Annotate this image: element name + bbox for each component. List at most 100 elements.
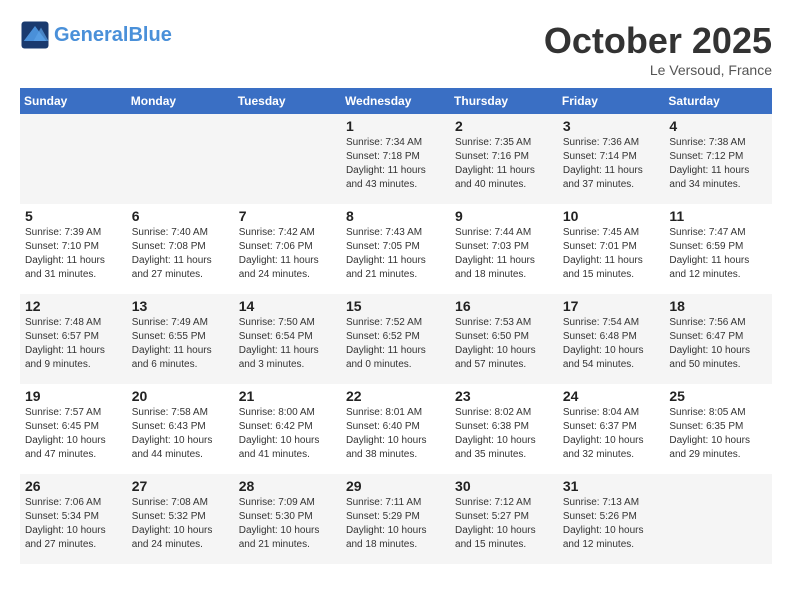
- calendar-cell: 20 Sunrise: 7:58 AM Sunset: 6:43 PM Dayli…: [127, 384, 234, 474]
- calendar-cell: [20, 114, 127, 204]
- day-number: 14: [239, 298, 336, 314]
- day-number: 31: [563, 478, 660, 494]
- day-number: 5: [25, 208, 122, 224]
- logo: GeneralBlue: [20, 20, 172, 50]
- calendar-cell: 1 Sunrise: 7:34 AM Sunset: 7:18 PM Daylig…: [341, 114, 450, 204]
- day-number: 6: [132, 208, 229, 224]
- day-number: 11: [669, 208, 767, 224]
- calendar-cell: 16 Sunrise: 7:53 AM Sunset: 6:50 PM Dayli…: [450, 294, 558, 384]
- weekday-tuesday: Tuesday: [234, 88, 341, 114]
- day-number: 12: [25, 298, 122, 314]
- day-info: Sunrise: 8:01 AM Sunset: 6:40 PM Dayligh…: [346, 406, 445, 462]
- day-number: 21: [239, 388, 336, 404]
- day-info: Sunrise: 7:06 AM Sunset: 5:34 PM Dayligh…: [25, 496, 122, 552]
- day-number: 17: [563, 298, 660, 314]
- day-info: Sunrise: 7:48 AM Sunset: 6:57 PM Dayligh…: [25, 316, 122, 372]
- calendar-cell: 5 Sunrise: 7:39 AM Sunset: 7:10 PM Daylig…: [20, 204, 127, 294]
- day-number: 22: [346, 388, 445, 404]
- day-info: Sunrise: 7:39 AM Sunset: 7:10 PM Dayligh…: [25, 226, 122, 282]
- day-info: Sunrise: 7:11 AM Sunset: 5:29 PM Dayligh…: [346, 496, 445, 552]
- week-row-1: 1 Sunrise: 7:34 AM Sunset: 7:18 PM Daylig…: [20, 114, 772, 204]
- title-area: October 2025 Le Versoud, France: [544, 20, 772, 78]
- day-info: Sunrise: 7:08 AM Sunset: 5:32 PM Dayligh…: [132, 496, 229, 552]
- day-info: Sunrise: 7:57 AM Sunset: 6:45 PM Dayligh…: [25, 406, 122, 462]
- calendar-cell: 4Sunrise: 7:38 AM Sunset: 7:12 PM Daylig…: [664, 114, 772, 204]
- day-number: 20: [132, 388, 229, 404]
- calendar-cell: 25Sunrise: 8:05 AM Sunset: 6:35 PM Dayli…: [664, 384, 772, 474]
- calendar-cell: [234, 114, 341, 204]
- day-number: 18: [669, 298, 767, 314]
- day-info: Sunrise: 7:34 AM Sunset: 7:18 PM Dayligh…: [346, 136, 445, 192]
- calendar-cell: 18 Sunrise: 7:56 AM Sunset: 6:47 PM Dayli…: [664, 294, 772, 384]
- day-info: Sunrise: 7:52 AM Sunset: 6:52 PM Dayligh…: [346, 316, 445, 372]
- calendar-cell: 11 Sunrise: 7:47 AM Sunset: 6:59 PM Dayli…: [664, 204, 772, 294]
- day-info: Sunrise: 7:35 AM Sunset: 7:16 PM Dayligh…: [455, 136, 553, 192]
- calendar-cell: 26 Sunrise: 7:06 AM Sunset: 5:34 PM Dayli…: [20, 474, 127, 564]
- calendar-cell: 7Sunrise: 7:42 AM Sunset: 7:06 PM Daylig…: [234, 204, 341, 294]
- week-row-3: 12 Sunrise: 7:48 AM Sunset: 6:57 PM Dayli…: [20, 294, 772, 384]
- day-info: Sunrise: 7:09 AM Sunset: 5:30 PM Dayligh…: [239, 496, 336, 552]
- weekday-sunday: Sunday: [20, 88, 127, 114]
- calendar-cell: 8 Sunrise: 7:43 AM Sunset: 7:05 PM Daylig…: [341, 204, 450, 294]
- day-info: Sunrise: 7:53 AM Sunset: 6:50 PM Dayligh…: [455, 316, 553, 372]
- calendar-cell: 17 Sunrise: 7:54 AM Sunset: 6:48 PM Dayli…: [558, 294, 665, 384]
- day-info: Sunrise: 7:58 AM Sunset: 6:43 PM Dayligh…: [132, 406, 229, 462]
- day-number: 30: [455, 478, 553, 494]
- week-row-2: 5 Sunrise: 7:39 AM Sunset: 7:10 PM Daylig…: [20, 204, 772, 294]
- calendar-cell: [664, 474, 772, 564]
- day-info: Sunrise: 7:45 AM Sunset: 7:01 PM Dayligh…: [563, 226, 660, 282]
- day-number: 16: [455, 298, 553, 314]
- weekday-saturday: Saturday: [664, 88, 772, 114]
- calendar-cell: 19Sunrise: 7:57 AM Sunset: 6:45 PM Dayli…: [20, 384, 127, 474]
- day-info: Sunrise: 8:00 AM Sunset: 6:42 PM Dayligh…: [239, 406, 336, 462]
- calendar-cell: 22 Sunrise: 8:01 AM Sunset: 6:40 PM Dayli…: [341, 384, 450, 474]
- day-info: Sunrise: 8:02 AM Sunset: 6:38 PM Dayligh…: [455, 406, 553, 462]
- logo-icon: [20, 20, 50, 50]
- day-number: 13: [132, 298, 229, 314]
- day-info: Sunrise: 7:56 AM Sunset: 6:47 PM Dayligh…: [669, 316, 767, 372]
- calendar-table: SundayMondayTuesdayWednesdayThursdayFrid…: [20, 88, 772, 564]
- day-number: 28: [239, 478, 336, 494]
- day-number: 9: [455, 208, 553, 224]
- month-title: October 2025: [544, 20, 772, 62]
- calendar-cell: 23 Sunrise: 8:02 AM Sunset: 6:38 PM Dayli…: [450, 384, 558, 474]
- day-number: 2: [455, 118, 553, 134]
- day-number: 26: [25, 478, 122, 494]
- day-number: 10: [563, 208, 660, 224]
- calendar-cell: 31 Sunrise: 7:13 AM Sunset: 5:26 PM Dayli…: [558, 474, 665, 564]
- day-number: 23: [455, 388, 553, 404]
- calendar-cell: 10 Sunrise: 7:45 AM Sunset: 7:01 PM Dayli…: [558, 204, 665, 294]
- calendar-cell: 29Sunrise: 7:11 AM Sunset: 5:29 PM Dayli…: [341, 474, 450, 564]
- calendar-cell: 24Sunrise: 8:04 AM Sunset: 6:37 PM Dayli…: [558, 384, 665, 474]
- weekday-header-row: SundayMondayTuesdayWednesdayThursdayFrid…: [20, 88, 772, 114]
- logo-line2: Blue: [128, 24, 171, 46]
- day-number: 15: [346, 298, 445, 314]
- day-info: Sunrise: 7:47 AM Sunset: 6:59 PM Dayligh…: [669, 226, 767, 282]
- calendar-cell: 14Sunrise: 7:50 AM Sunset: 6:54 PM Dayli…: [234, 294, 341, 384]
- weekday-wednesday: Wednesday: [341, 88, 450, 114]
- day-info: Sunrise: 7:54 AM Sunset: 6:48 PM Dayligh…: [563, 316, 660, 372]
- day-info: Sunrise: 7:42 AM Sunset: 7:06 PM Dayligh…: [239, 226, 336, 282]
- page-header: GeneralBlue October 2025 Le Versoud, Fra…: [20, 20, 772, 78]
- logo-text: GeneralBlue: [54, 24, 172, 46]
- day-number: 4: [669, 118, 767, 134]
- calendar-cell: [127, 114, 234, 204]
- day-info: Sunrise: 7:49 AM Sunset: 6:55 PM Dayligh…: [132, 316, 229, 372]
- calendar-cell: 27 Sunrise: 7:08 AM Sunset: 5:32 PM Dayli…: [127, 474, 234, 564]
- logo-line1: General: [54, 24, 128, 46]
- calendar-cell: 9Sunrise: 7:44 AM Sunset: 7:03 PM Daylig…: [450, 204, 558, 294]
- day-info: Sunrise: 7:43 AM Sunset: 7:05 PM Dayligh…: [346, 226, 445, 282]
- day-number: 1: [346, 118, 445, 134]
- week-row-4: 19Sunrise: 7:57 AM Sunset: 6:45 PM Dayli…: [20, 384, 772, 474]
- weekday-friday: Friday: [558, 88, 665, 114]
- calendar-cell: 13 Sunrise: 7:49 AM Sunset: 6:55 PM Dayli…: [127, 294, 234, 384]
- day-info: Sunrise: 7:13 AM Sunset: 5:26 PM Dayligh…: [563, 496, 660, 552]
- day-number: 24: [563, 388, 660, 404]
- weekday-monday: Monday: [127, 88, 234, 114]
- day-info: Sunrise: 7:12 AM Sunset: 5:27 PM Dayligh…: [455, 496, 553, 552]
- day-number: 27: [132, 478, 229, 494]
- calendar-cell: 28 Sunrise: 7:09 AM Sunset: 5:30 PM Dayli…: [234, 474, 341, 564]
- day-number: 8: [346, 208, 445, 224]
- calendar-cell: 2 Sunrise: 7:35 AM Sunset: 7:16 PM Daylig…: [450, 114, 558, 204]
- day-number: 3: [563, 118, 660, 134]
